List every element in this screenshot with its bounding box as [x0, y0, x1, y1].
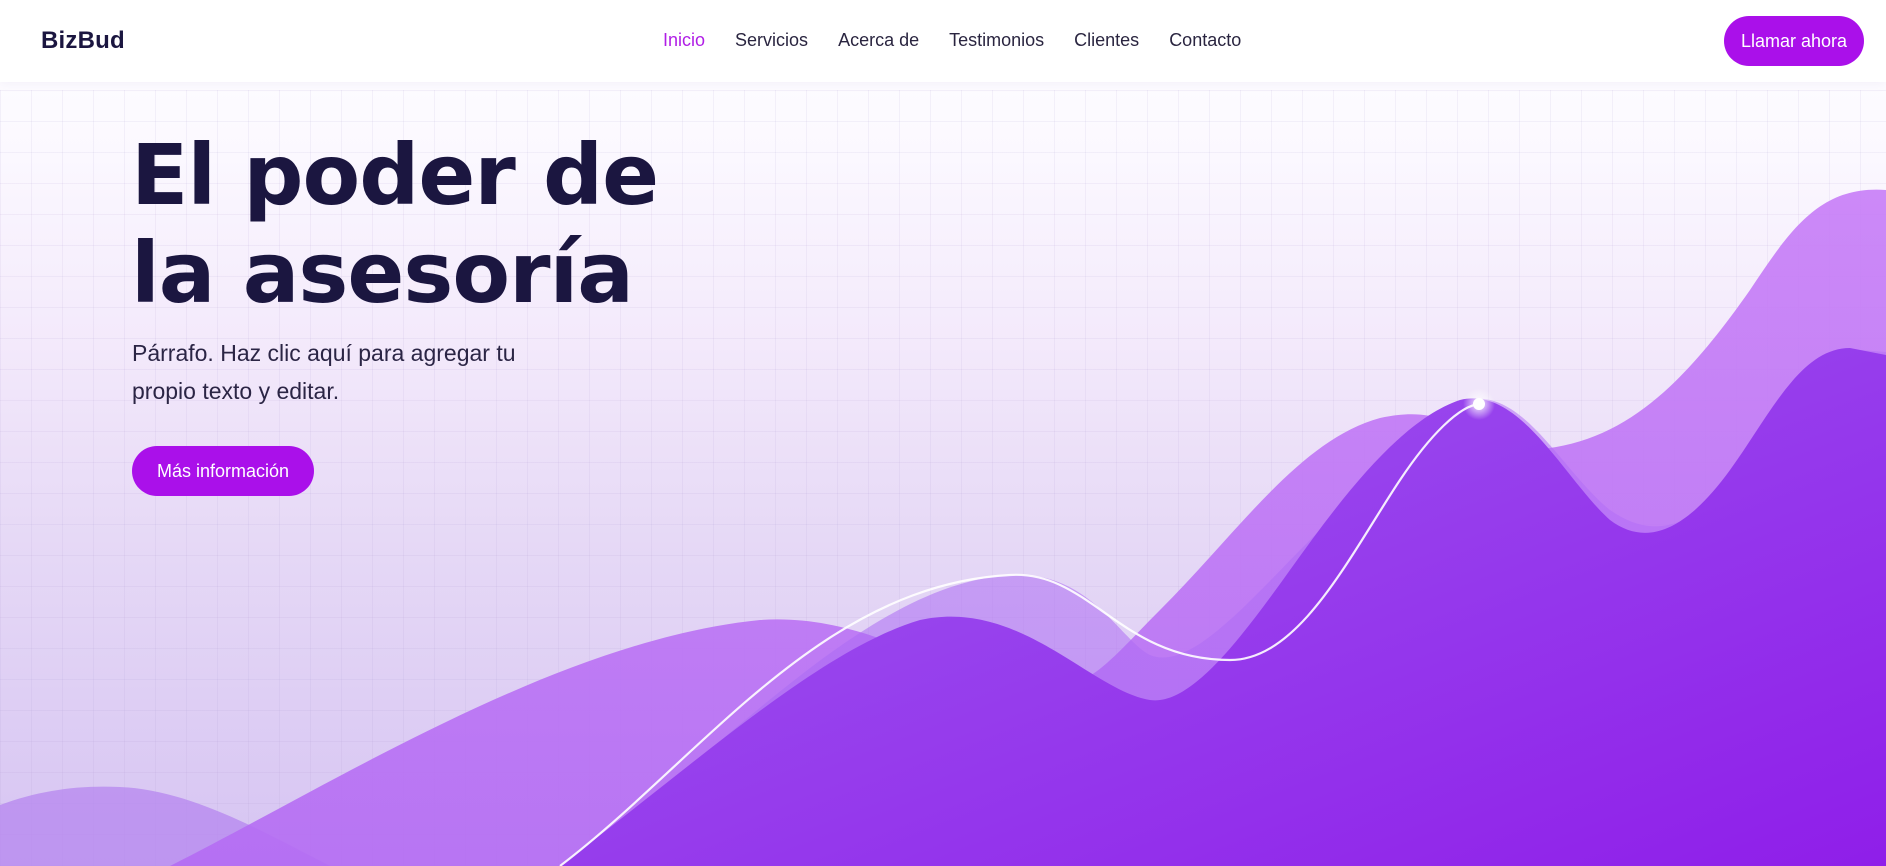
wave-middle [560, 350, 1886, 866]
wave-left-hill [0, 786, 330, 866]
hero-title-line-2: la asesoría [131, 224, 634, 322]
nav-item-testimonios[interactable]: Testimonios [949, 30, 1044, 51]
hero-paragraph-line-1: Párrafo. Haz clic aquí para agregar tu [132, 340, 516, 366]
call-now-button[interactable]: Llamar ahora [1724, 16, 1864, 66]
site-header: BizBud Inicio Servicios Acerca de Testim… [0, 0, 1886, 82]
page: BizBud Inicio Servicios Acerca de Testim… [0, 0, 1886, 866]
trend-point-glow [1463, 388, 1495, 420]
hero-paragraph: Párrafo. Haz clic aquí para agregar tu p… [132, 334, 562, 410]
nav-item-clientes[interactable]: Clientes [1074, 30, 1139, 51]
wave-front [560, 348, 1886, 866]
nav-item-contacto[interactable]: Contacto [1169, 30, 1241, 51]
main-nav: Inicio Servicios Acerca de Testimonios C… [663, 30, 1271, 51]
nav-item-servicios[interactable]: Servicios [735, 30, 808, 51]
hero-title-line-1: El poder de [131, 126, 659, 224]
site-logo[interactable]: BizBud [41, 27, 125, 55]
hero-paragraph-line-2: propio texto y editar. [132, 378, 340, 404]
more-info-button[interactable]: Más información [132, 446, 314, 496]
hero-title: El poder de la asesoría [131, 126, 831, 322]
trend-point [1473, 398, 1485, 410]
trend-line [559, 402, 1481, 866]
nav-item-inicio[interactable]: Inicio [663, 30, 705, 51]
nav-item-acerca-de[interactable]: Acerca de [838, 30, 919, 51]
